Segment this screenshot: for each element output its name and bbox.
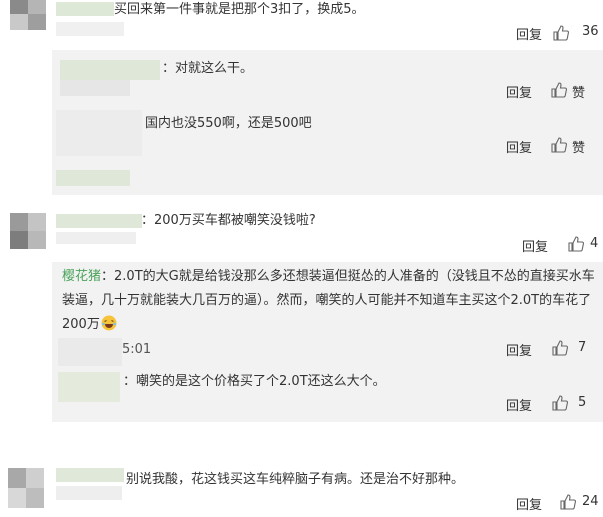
- comment-text: 买回来第一件事就是把那个3扣了，换成5。: [114, 2, 365, 17]
- sub-comment-text: ：对就这么干。: [162, 61, 254, 76]
- laughing-emoji-icon: [101, 315, 117, 331]
- avatar-blur: [60, 80, 130, 96]
- reply-button[interactable]: 回复: [506, 340, 532, 359]
- avatar[interactable]: [8, 468, 44, 508]
- sub-comment-body: 对就这么干。: [175, 61, 254, 76]
- comment-text: ：200万买车都被嘲笑没钱啦?: [141, 213, 316, 228]
- avatar-blur: [58, 338, 122, 366]
- like-count: 36: [582, 24, 599, 39]
- thumb-up-icon[interactable]: [560, 494, 576, 510]
- avatar[interactable]: [10, 213, 46, 249]
- thumb-up-icon[interactable]: [552, 395, 568, 411]
- reply-button[interactable]: 回复: [516, 24, 542, 43]
- like-count: 7: [578, 340, 587, 355]
- username-blur[interactable]: [60, 60, 160, 80]
- sub-comment-text: 国内也没550啊，还是500吧: [145, 116, 312, 131]
- like-label[interactable]: 赞: [572, 137, 585, 156]
- avatar-blur[interactable]: [56, 110, 142, 156]
- timestamp: 5:01: [122, 342, 152, 357]
- username-blur: [56, 22, 124, 36]
- reply-button[interactable]: 回复: [506, 82, 532, 101]
- comment-text: 别说我酸，花这钱买这车纯粹脑子有病。还是治不好那种。: [126, 472, 465, 487]
- sub-comment-text: ：嘲笑的是这个价格买了个2.0T还这么大个。: [123, 374, 386, 389]
- reply-button[interactable]: 回复: [522, 236, 548, 255]
- username-blur[interactable]: [58, 372, 120, 402]
- like-count: 4: [590, 236, 599, 251]
- sub-comment-line: 装逼，几十万就能装大几百万的逼）。然而，嘲笑的人可能并不知道车主买这个2.0T的…: [62, 293, 592, 308]
- avatar[interactable]: [10, 0, 46, 30]
- reply-button[interactable]: 回复: [506, 395, 532, 414]
- reply-button[interactable]: 回复: [516, 494, 542, 513]
- username-blur: [56, 232, 136, 244]
- like-count: 5: [578, 395, 587, 410]
- username-blur[interactable]: [56, 2, 114, 16]
- thumb-up-icon[interactable]: [552, 340, 568, 356]
- username-blur: [56, 486, 122, 500]
- reply-button[interactable]: 回复: [506, 137, 532, 156]
- sub-comment-body: 嘲笑的是这个价格买了个2.0T还这么大个。: [136, 374, 386, 389]
- thumb-up-icon[interactable]: [551, 82, 567, 98]
- like-label[interactable]: 赞: [572, 82, 585, 101]
- sub-comment-line: 樱花猪：2.0T的大G就是给钱没那么多还想装逼但挺怂的人准备的（没钱且不怂的直接…: [62, 269, 595, 284]
- username-blur[interactable]: [56, 214, 142, 228]
- thumb-up-icon[interactable]: [568, 236, 584, 252]
- username-blur: [56, 170, 130, 186]
- comment-body: 200万买车都被嘲笑没钱啦?: [154, 213, 316, 228]
- sub-comment-line: 200万: [62, 315, 117, 335]
- sub-comment-body: 2.0T的大G就是给钱没那么多还想装逼但挺怂的人准备的（没钱且不怂的直接买水车: [114, 269, 595, 284]
- sub-comment-body: 200万: [62, 317, 100, 332]
- author-name[interactable]: 樱花猪: [62, 269, 101, 284]
- thumb-up-icon[interactable]: [551, 137, 567, 153]
- thumb-up-icon[interactable]: [553, 25, 569, 41]
- like-count: 24: [582, 494, 599, 509]
- username-blur[interactable]: [56, 468, 124, 482]
